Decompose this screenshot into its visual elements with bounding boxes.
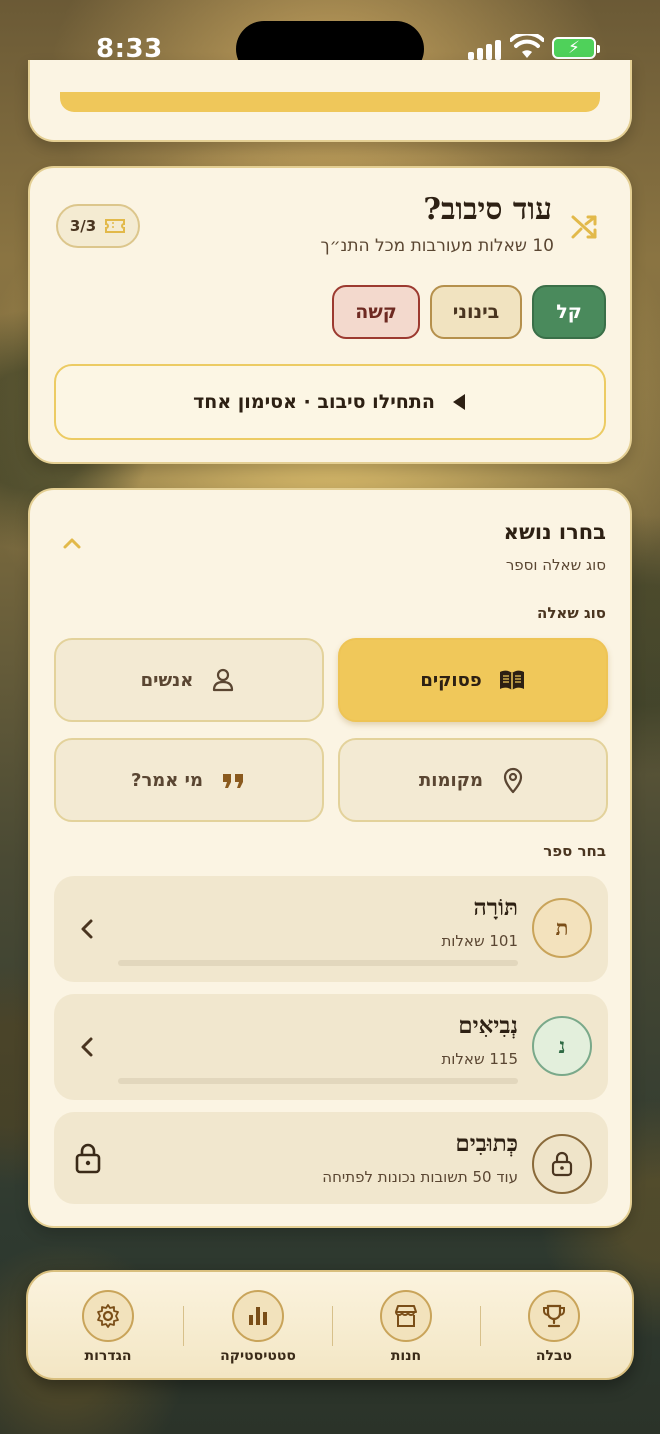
tab-store[interactable]: חנות xyxy=(332,1290,480,1364)
shuffle-title: עוד סיבוב? xyxy=(423,192,552,227)
tab-store-label: חנות xyxy=(390,1348,422,1364)
previous-card xyxy=(28,60,632,142)
play-icon xyxy=(452,394,465,410)
book-row-neviim[interactable]: נ נְבִיאִים 115 שאלות xyxy=(54,994,608,1100)
shuffle-card: עוד סיבוב? 10 שאלות מעורבות מכל התנ״ך 3/… xyxy=(28,166,632,464)
lock-icon xyxy=(75,1143,101,1174)
topic-subtitle: סוג שאלה וספר xyxy=(505,556,606,574)
tab-statistics-circle xyxy=(232,1290,284,1342)
book-unlock-hint: עוד 50 תשובות נכונות לפתיחה xyxy=(322,1168,518,1186)
tab-leaderboard-circle xyxy=(528,1290,580,1342)
difficulty-medium-button[interactable]: בינוני xyxy=(430,285,522,339)
tickets-badge: 3/3 xyxy=(56,204,140,248)
book-open-icon xyxy=(499,670,524,690)
chevron-left-icon xyxy=(81,919,93,939)
store-icon xyxy=(395,1305,417,1327)
question-type-label: סוג שאלה xyxy=(537,604,606,622)
difficulty-easy-button[interactable]: קל xyxy=(532,285,606,339)
qtype-verses-label: פסוקים xyxy=(420,669,482,691)
book-name-torah: תּוֹרָה xyxy=(473,894,518,921)
bar-chart-icon xyxy=(249,1307,267,1325)
difficulty-hard-button[interactable]: קשה xyxy=(332,285,420,339)
book-row-ketuvim[interactable]: כְּתוּבִים עוד 50 תשובות נכונות לפתיחה xyxy=(54,1112,608,1204)
book-count-neviim: 115 שאלות xyxy=(441,1050,518,1068)
ticket-icon xyxy=(105,219,126,233)
wifi-icon xyxy=(510,34,544,58)
topic-card: בחרו נושא סוג שאלה וספר סוג שאלה פסוקים … xyxy=(28,488,632,1228)
bottom-tab-bar: טבלה חנות סטטיסטיקה הגדרות xyxy=(26,1270,634,1380)
shuffle-subtitle: 10 שאלות מעורבות מכל התנ״ך xyxy=(320,236,554,256)
qtype-people-label: אנשים xyxy=(140,669,194,691)
book-badge-torah: ת xyxy=(532,898,592,958)
tab-leaderboard-label: טבלה xyxy=(535,1348,573,1364)
lock-icon xyxy=(551,1151,573,1177)
qtype-who-said-label: מי אמר? xyxy=(131,769,203,791)
qtype-places-button[interactable]: מקומות xyxy=(338,738,608,822)
tab-divider xyxy=(480,1306,481,1346)
book-badge-neviim: נ xyxy=(532,1016,592,1076)
tab-store-circle xyxy=(380,1290,432,1342)
choose-book-label: בחר ספר xyxy=(543,842,606,860)
book-name-ketuvim: כְּתוּבִים xyxy=(455,1130,518,1157)
book-name-neviim: נְבִיאִים xyxy=(458,1012,518,1039)
signal-icon xyxy=(468,38,504,60)
book-progress-neviim xyxy=(118,1078,518,1084)
tab-settings-circle xyxy=(82,1290,134,1342)
quote-icon xyxy=(223,774,243,788)
chevron-up-icon[interactable] xyxy=(62,536,82,550)
tab-statistics-label: סטטיסטיקה xyxy=(220,1348,296,1364)
shuffle-icon xyxy=(571,215,597,239)
tab-divider xyxy=(332,1306,333,1346)
topic-title: בחרו נושא xyxy=(503,520,606,544)
qtype-who-said-button[interactable]: מי אמר? xyxy=(54,738,324,822)
tab-settings-label: הגדרות xyxy=(84,1348,132,1364)
qtype-verses-button[interactable]: פסוקים xyxy=(338,638,608,722)
book-row-torah[interactable]: ת תּוֹרָה 101 שאלות xyxy=(54,876,608,982)
trophy-icon xyxy=(543,1304,565,1328)
qtype-places-label: מקומות xyxy=(419,769,483,791)
tab-leaderboard[interactable]: טבלה xyxy=(480,1290,628,1364)
tab-statistics[interactable]: סטטיסטיקה xyxy=(184,1290,332,1364)
map-pin-icon xyxy=(503,767,523,794)
qtype-people-button[interactable]: אנשים xyxy=(54,638,324,722)
start-round-button[interactable]: התחילו סיבוב · אסימון אחד xyxy=(54,364,606,440)
start-round-label: התחילו סיבוב · אסימון אחד xyxy=(193,391,435,413)
person-icon xyxy=(213,668,234,692)
gear-icon xyxy=(97,1304,119,1328)
battery-icon: ⚡ xyxy=(552,37,600,59)
tab-divider xyxy=(183,1306,184,1346)
tickets-count: 3/3 xyxy=(69,217,97,235)
book-progress-torah xyxy=(118,960,518,966)
tab-settings[interactable]: הגדרות xyxy=(34,1290,182,1364)
chevron-left-icon xyxy=(81,1037,93,1057)
progress-bar-gold xyxy=(60,92,600,112)
book-count-torah: 101 שאלות xyxy=(441,932,518,950)
book-badge-ketuvim xyxy=(532,1134,592,1194)
